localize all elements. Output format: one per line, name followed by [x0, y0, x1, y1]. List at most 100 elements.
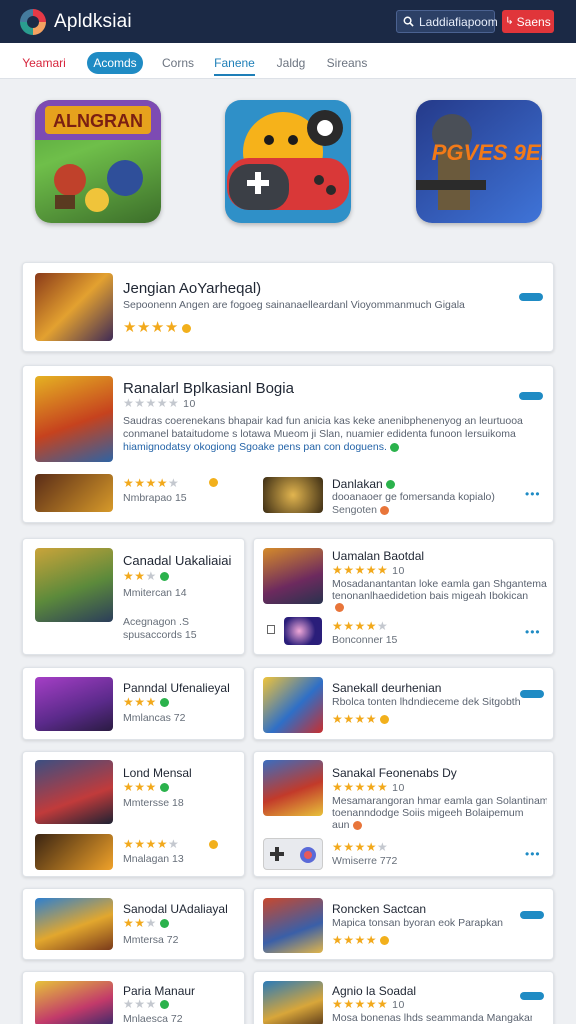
featured-game-1[interactable]: ALNGRAN	[35, 100, 161, 223]
app-logo-icon[interactable]	[20, 8, 46, 35]
app-card-6[interactable]: Sanekall deurhenian Rbolca tonten lhdndi…	[253, 667, 554, 740]
tab-acomds[interactable]: Acomds	[87, 52, 143, 74]
app-card-4-sub-thumbnail[interactable]	[284, 617, 322, 645]
featured-game-3-art: PGVES 9EEO	[416, 114, 542, 210]
verified-icon	[159, 572, 169, 582]
app-card-7-sub-rating: ★★★★★	[123, 837, 180, 851]
tab-fanene[interactable]: Fanene	[214, 52, 255, 76]
app-card-2-title: Ranalarl Bplkasianl Bogia	[123, 380, 294, 397]
app-card-12-action-button[interactable]	[520, 992, 544, 1000]
app-card-3-title: Canadal Uakaliaiai	[123, 553, 232, 568]
gamepad-icon	[270, 847, 316, 863]
more-options-icon[interactable]: •••	[525, 847, 541, 861]
tab-sireans[interactable]: Sireans	[326, 52, 368, 74]
app-card-2-description-3: hiamignodatsy okogiong Sgoake pens pan c…	[123, 441, 423, 454]
verified-icon	[385, 480, 395, 490]
app-card-8-rating: ★★★★★ 10	[332, 780, 405, 794]
flame-icon	[335, 603, 344, 612]
app-card-1-thumbnail	[35, 273, 113, 341]
app-card-11-title: Paria Manaur	[123, 984, 196, 998]
app-card-3-thumbnail	[35, 548, 113, 622]
app-card-12-rating: ★★★★★ 10	[332, 997, 405, 1011]
app-card-10[interactable]: Roncken Sactcan Mapica tonsan byoran eok…	[253, 888, 554, 960]
tab-corns[interactable]: Corns	[158, 52, 198, 74]
app-card-4-rating: ★★★★★ 10	[332, 563, 405, 577]
app-card-3-meta-2: Acegnagon .S	[123, 616, 189, 628]
trophy-icon	[181, 323, 191, 333]
image-icon	[267, 625, 275, 634]
tab-jaldg[interactable]: Jaldg	[273, 52, 309, 74]
app-card-2-action-button[interactable]	[519, 392, 543, 400]
app-card-8-description-3: aun	[332, 819, 412, 832]
app-card-7-meta-2: Mnalagan 13	[123, 853, 184, 865]
app-card-4[interactable]: Uamalan Baotdal ★★★★★ 10 Mosadanantantan…	[253, 538, 554, 655]
app-card-7[interactable]: Lond Mensal ★★★ Mmtersse 18 ★★★★★ Mnalag…	[22, 751, 245, 877]
featured-game-1-art: ALNGRAN	[35, 100, 161, 212]
signin-button-label: Saens	[516, 14, 551, 29]
app-card-3[interactable]: Canadal Uakaliaiai ★★★ Mmitercan 14 Aceg…	[22, 538, 245, 655]
tab-yeamari[interactable]: Yeamari	[18, 52, 70, 74]
app-card-11-thumbnail	[35, 981, 113, 1024]
app-card-8-thumbnail	[263, 760, 323, 816]
app-card-4-description-2: tenonanlhaedidetion bais migeah Ibokican	[332, 590, 529, 602]
verified-icon	[159, 919, 169, 929]
app-card-12[interactable]: Agnio la Soadal ★★★★★ 10 Mosa bonenas lh…	[253, 971, 554, 1024]
search-button-label: Laddiafiapoom	[419, 14, 498, 29]
app-card-10-action-button[interactable]	[520, 911, 544, 919]
app-card-1-title: Jengian AoYarheqal)	[123, 280, 262, 297]
search-icon	[403, 16, 414, 27]
app-card-7-sub-thumbnail[interactable]	[35, 834, 113, 870]
app-card-3-meta-3: spusaccords 15	[123, 629, 197, 641]
featured-game-3-logo: PGVES 9EEO	[432, 140, 542, 165]
app-card-8-meta: Wmiserre 772	[332, 855, 398, 867]
app-card-1-description: Sepoonenn Angen are fogoeg sainanaellear…	[123, 299, 465, 311]
flame-icon	[352, 820, 362, 830]
search-button[interactable]: Laddiafiapoom	[396, 10, 498, 33]
app-card-1-rating: ★★★★	[123, 318, 191, 336]
app-card-9-title: Sanodal UAdaliayal	[123, 902, 228, 916]
app-card-6-thumbnail	[263, 677, 323, 733]
flame-icon	[379, 505, 389, 515]
app-card-9-meta: Mmtersa 72	[123, 934, 179, 946]
coin-icon	[380, 936, 390, 946]
app-card-9-rating: ★★★	[123, 916, 169, 930]
user-icon: ↳	[505, 16, 514, 27]
app-card-2[interactable]: Ranalarl Bplkasianl Bogia ★★★★★ 10 Saudr…	[22, 365, 554, 523]
coin-icon	[209, 840, 218, 849]
app-card-12-title: Agnio la Soadal	[332, 984, 417, 998]
app-card-6-action-button[interactable]	[520, 690, 544, 698]
more-options-icon[interactable]: •••	[525, 487, 541, 501]
app-card-2-description-1: Saudras coerenekans bhapair kad fun anic…	[123, 415, 523, 427]
coin-icon	[209, 478, 218, 487]
app-card-11[interactable]: Paria Manaur ★★★ Mnlaesca 72	[22, 971, 245, 1024]
app-card-1[interactable]: Jengian AoYarheqal) Sepoonenn Angen are …	[22, 262, 554, 352]
app-card-8[interactable]: Sanakal Feonenabs Dy ★★★★★ 10 Mesamarang…	[253, 751, 554, 877]
app-card-1-action-button[interactable]	[519, 293, 543, 301]
more-options-icon[interactable]: •••	[525, 625, 541, 639]
featured-game-3[interactable]: PGVES 9EEO	[416, 100, 542, 223]
app-card-10-thumbnail	[263, 898, 323, 953]
app-card-8-title: Sanakal Feonenabs Dy	[332, 766, 457, 780]
app-card-9[interactable]: Sanodal UAdaliayal ★★★ Mmtersa 72	[22, 888, 245, 960]
app-card-10-description: Mapica tonsan byoran eok Parapkan	[332, 917, 504, 929]
app-card-2-sub1-thumbnail[interactable]	[35, 474, 113, 512]
app-card-4-title: Uamalan Baotdal	[332, 549, 425, 563]
app-card-10-title: Roncken Sactcan	[332, 902, 427, 916]
app-card-2-description-2: conmanel bataitudome s lotawa Mueom ji S…	[123, 428, 516, 440]
app-card-7-title: Lond Mensal	[123, 766, 192, 780]
category-tabs: Yeamari Acomds Corns Fanene Jaldg Sirean…	[0, 43, 576, 79]
app-card-2-rating: ★★★★★ 10	[123, 396, 196, 410]
gamepad-icon	[227, 110, 349, 210]
signin-button[interactable]: ↳ Saens	[502, 10, 554, 33]
app-card-11-meta: Mnlaesca 72	[123, 1013, 183, 1024]
app-card-2-sub2-thumbnail[interactable]	[263, 477, 323, 513]
featured-game-2[interactable]	[225, 100, 351, 223]
app-card-8-sub-rating: ★★★★★	[332, 840, 389, 854]
app-card-5[interactable]: Panndal Ufenalieyal ★★★ Mmlancas 72	[22, 667, 245, 740]
verified-icon	[159, 698, 169, 708]
verified-icon	[389, 442, 399, 452]
app-card-8-sub-thumbnail[interactable]	[263, 838, 323, 870]
app-card-5-meta: Mmlancas 72	[123, 712, 186, 724]
app-card-2-sub2-title: Danlakan	[332, 477, 395, 491]
featured-game-1-logo: ALNGRAN	[53, 111, 143, 131]
